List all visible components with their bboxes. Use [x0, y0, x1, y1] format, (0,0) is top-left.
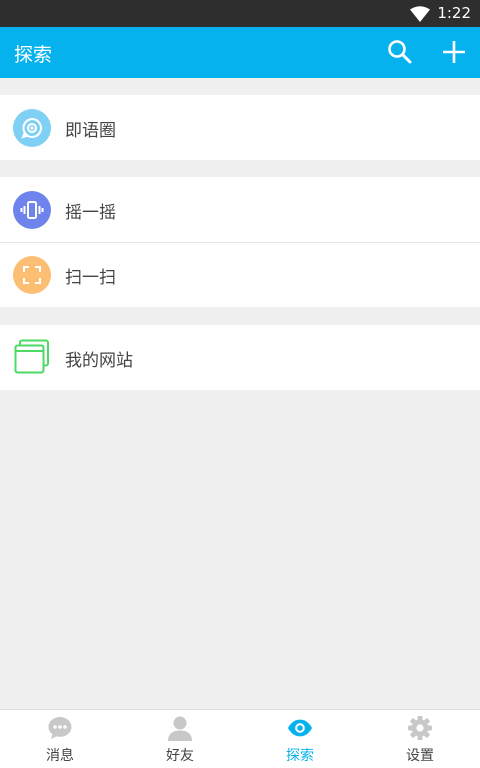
user-icon	[167, 715, 193, 741]
moments-icon	[13, 109, 51, 147]
list-item-label: 即语圈	[65, 121, 116, 141]
tab-messages[interactable]: 消息	[0, 710, 120, 768]
tab-settings[interactable]: 设置	[360, 710, 480, 768]
section-moments: 即语圈	[0, 95, 480, 160]
search-button[interactable]	[385, 37, 415, 67]
tab-explore[interactable]: 探索	[240, 710, 360, 768]
add-button[interactable]	[439, 37, 469, 67]
tab-label: 探索	[286, 748, 314, 764]
chat-icon	[47, 715, 73, 741]
tab-label: 好友	[166, 748, 194, 764]
list-item-shake[interactable]: 摇一摇	[0, 177, 480, 242]
search-icon	[388, 40, 412, 64]
page-title: 探索	[14, 44, 53, 66]
app-bar: 探索	[0, 27, 480, 78]
list-item-label: 我的网站	[65, 351, 133, 371]
wifi-icon	[410, 6, 430, 22]
tab-friends[interactable]: 好友	[120, 710, 240, 768]
plus-icon	[443, 41, 465, 63]
website-icon	[14, 339, 49, 374]
scan-icon	[13, 256, 51, 294]
bottom-tab-bar: 消息 好友 探索 设置	[0, 709, 480, 768]
list-item-label: 扫一扫	[65, 268, 116, 288]
section-website: 我的网站	[0, 325, 480, 390]
status-bar: 1:22	[0, 0, 480, 27]
list-item-moments[interactable]: 即语圈	[0, 95, 480, 160]
list-item-website[interactable]: 我的网站	[0, 325, 480, 390]
section-tools: 摇一摇 扫一扫	[0, 177, 480, 307]
tab-label: 消息	[46, 748, 74, 764]
list-item-scan[interactable]: 扫一扫	[0, 242, 480, 307]
gear-icon	[407, 715, 433, 741]
list-item-label: 摇一摇	[65, 203, 116, 223]
status-time: 1:22	[437, 4, 471, 22]
eye-icon	[287, 715, 313, 741]
shake-icon	[13, 191, 51, 229]
tab-label: 设置	[406, 748, 434, 764]
